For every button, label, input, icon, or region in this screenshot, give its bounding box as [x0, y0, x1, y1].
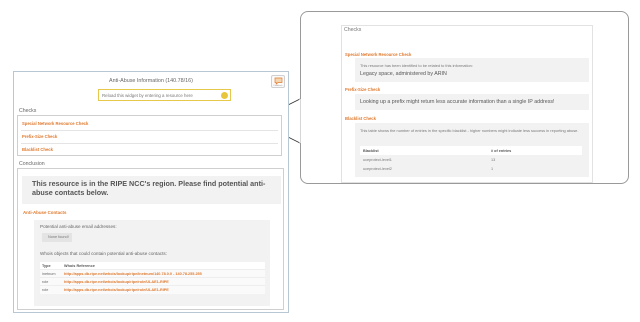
row-type: role [40, 285, 62, 294]
whois-objects-label: Whois objects that could contain potenti… [40, 251, 167, 256]
resource-search-input[interactable] [99, 90, 219, 100]
checks-section-title: Checks [19, 108, 37, 114]
none-found-badge: None found! [42, 233, 72, 242]
table-row: inetnum http://apps.db.ripe.net/whois/lo… [40, 269, 265, 278]
special-network-check-link[interactable]: Special Network Resource Check [22, 121, 88, 126]
table-row: role http://apps.db.ripe.net/whois/looku… [40, 277, 265, 286]
table-header-row: Type Whois Reference [40, 262, 265, 270]
conclusion-box: This resource is in the RIPE NCC's regio… [17, 168, 284, 310]
divider [21, 130, 278, 131]
anti-abuse-contacts-panel: Potential anti-abuse email addresses: No… [34, 220, 270, 306]
conclusion-message: This resource is in the RIPE NCC's regio… [22, 176, 281, 204]
search-icon[interactable] [221, 91, 228, 99]
row-type: role [40, 277, 62, 286]
prefix-size-check-link[interactable]: Prefix-Size Check [22, 134, 57, 139]
widget-header: Anti-Abuse Information (140.78/16) Feedb… [14, 72, 288, 88]
th-type: Type [40, 262, 62, 270]
widget-title: Anti-Abuse Information (140.78/16) [109, 78, 193, 84]
feedback-button[interactable]: Feedback [271, 75, 285, 88]
email-addresses-label: Potential anti-abuse email addresses: [40, 224, 117, 229]
row-whois-link[interactable]: http://apps.db.ripe.net/whois/lookup/rip… [62, 277, 265, 286]
divider [21, 143, 278, 144]
blacklist-check-link[interactable]: Blacklist Check [22, 147, 53, 152]
resource-search-box [98, 89, 231, 101]
th-whois-reference: Whois Reference [62, 262, 265, 270]
anti-abuse-widget: Anti-Abuse Information (140.78/16) Feedb… [13, 71, 289, 313]
row-whois-link[interactable]: http://apps.db.ripe.net/whois/lookup/rip… [62, 285, 265, 294]
speech-bubble-icon [274, 77, 283, 85]
checks-box: Special Network Resource Check Prefix-Si… [17, 115, 282, 156]
row-type: inetnum [40, 269, 62, 278]
table-row: role http://apps.db.ripe.net/whois/looku… [40, 285, 265, 294]
anti-abuse-contacts-title[interactable]: Anti-Abuse Contacts [23, 210, 66, 215]
row-whois-link[interactable]: http://apps.db.ripe.net/whois/lookup/rip… [62, 269, 265, 278]
whois-objects-table: Type Whois Reference inetnum http://apps… [40, 262, 265, 294]
feedback-label: Feedback [273, 85, 283, 87]
conclusion-section-title: Conclusion [19, 161, 45, 167]
